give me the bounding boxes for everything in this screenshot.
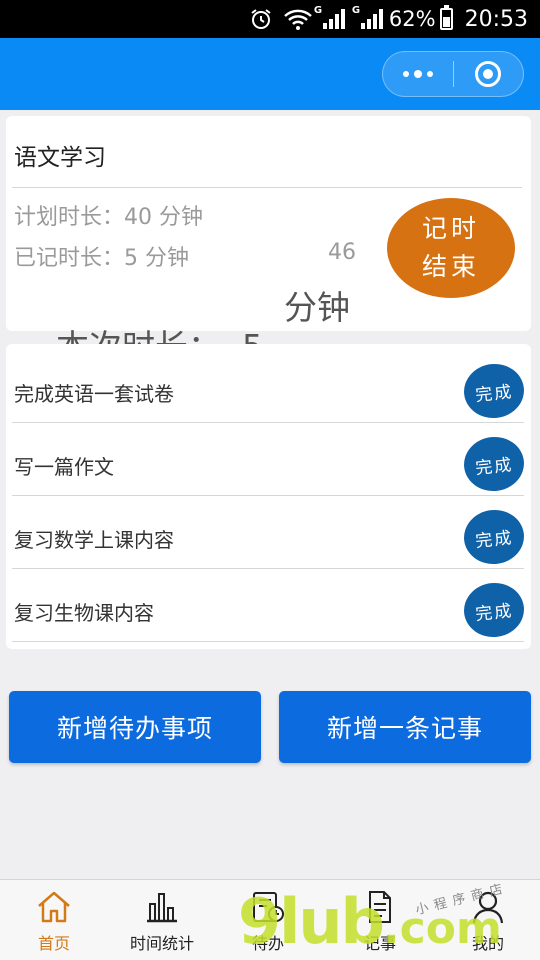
clock-time: 20:53 (464, 6, 528, 32)
tab-me[interactable]: 我的 (458, 880, 518, 960)
add-todo-button[interactable]: 新增待办事项 (9, 691, 261, 763)
list-item: 复习数学上课内容 完成 (6, 496, 531, 569)
todo-text: 写一篇作文 (14, 455, 114, 479)
todo-text: 复习生物课内容 (14, 601, 154, 625)
tab-label: 首页 (37, 934, 70, 953)
end-timing-label-2: 结束 (421, 252, 480, 281)
list-item: 完成英语一套试卷 完成 (6, 350, 531, 423)
battery-percent: 62% (388, 7, 436, 31)
home-icon (34, 888, 74, 926)
clock-list-icon (248, 888, 288, 926)
subject-title: 语文学习 (14, 145, 106, 171)
add-note-button[interactable]: 新增一条记事 (279, 691, 531, 763)
session-duration-unit: 分钟 (284, 288, 350, 327)
logged-duration: 已记时长：5 分钟 (14, 246, 189, 271)
alarm-icon (249, 7, 273, 31)
complete-button[interactable]: 完成 (461, 361, 527, 421)
list-item: 写一篇作文 完成 (6, 423, 531, 496)
status-bar: G G 62% 20:53 (0, 0, 540, 38)
todo-list: 完成英语一套试卷 完成 写一篇作文 完成 复习数学上课内容 完成 复习生物课内容… (6, 344, 531, 649)
complete-button[interactable]: 完成 (461, 507, 527, 567)
timer-card: 语文学习 计划时长：40 分钟 已记时长：5 分钟 46 本次时长： 5 分钟 … (6, 116, 531, 366)
tab-label: 记事 (363, 934, 396, 953)
tab-label: 时间统计 (129, 934, 194, 953)
tab-bar: 首页 时间统计 待办 记事 我的 (0, 879, 540, 960)
wifi-icon (283, 7, 313, 31)
complete-button[interactable]: 完成 (461, 434, 527, 494)
todo-text: 完成英语一套试卷 (14, 382, 174, 406)
divider (12, 187, 522, 188)
planned-duration: 计划时长：40 分钟 (14, 205, 203, 230)
txt-file-icon (360, 888, 400, 926)
list-item: 复习生物课内容 完成 (6, 569, 531, 642)
target-circle-icon (475, 61, 502, 87)
tab-label: 待办 (251, 934, 284, 953)
more-button[interactable] (383, 52, 453, 96)
bar-chart-icon (142, 888, 182, 926)
battery-icon (439, 5, 453, 30)
end-timing-label-1: 记时 (421, 214, 480, 243)
more-dots-icon (402, 70, 433, 78)
elapsed-seconds: 46 (328, 240, 356, 265)
divider (12, 641, 524, 642)
user-icon (468, 888, 508, 926)
tab-todo[interactable]: 待办 (238, 880, 298, 960)
tab-notes[interactable]: 记事 (350, 880, 410, 960)
complete-button[interactable]: 完成 (461, 580, 527, 640)
end-timing-button[interactable]: 记时 结束 (387, 198, 515, 298)
tab-home[interactable]: 首页 (24, 880, 84, 960)
mini-program-capsule (382, 51, 524, 97)
todo-text: 复习数学上课内容 (14, 528, 174, 552)
signal-icon: G (314, 5, 345, 29)
nav-bar (0, 38, 540, 110)
signal-icon-2: G (352, 5, 383, 29)
tab-label: 我的 (471, 934, 504, 953)
close-mini-program-button[interactable] (454, 52, 524, 96)
tab-time-stats[interactable]: 时间统计 (122, 880, 202, 960)
